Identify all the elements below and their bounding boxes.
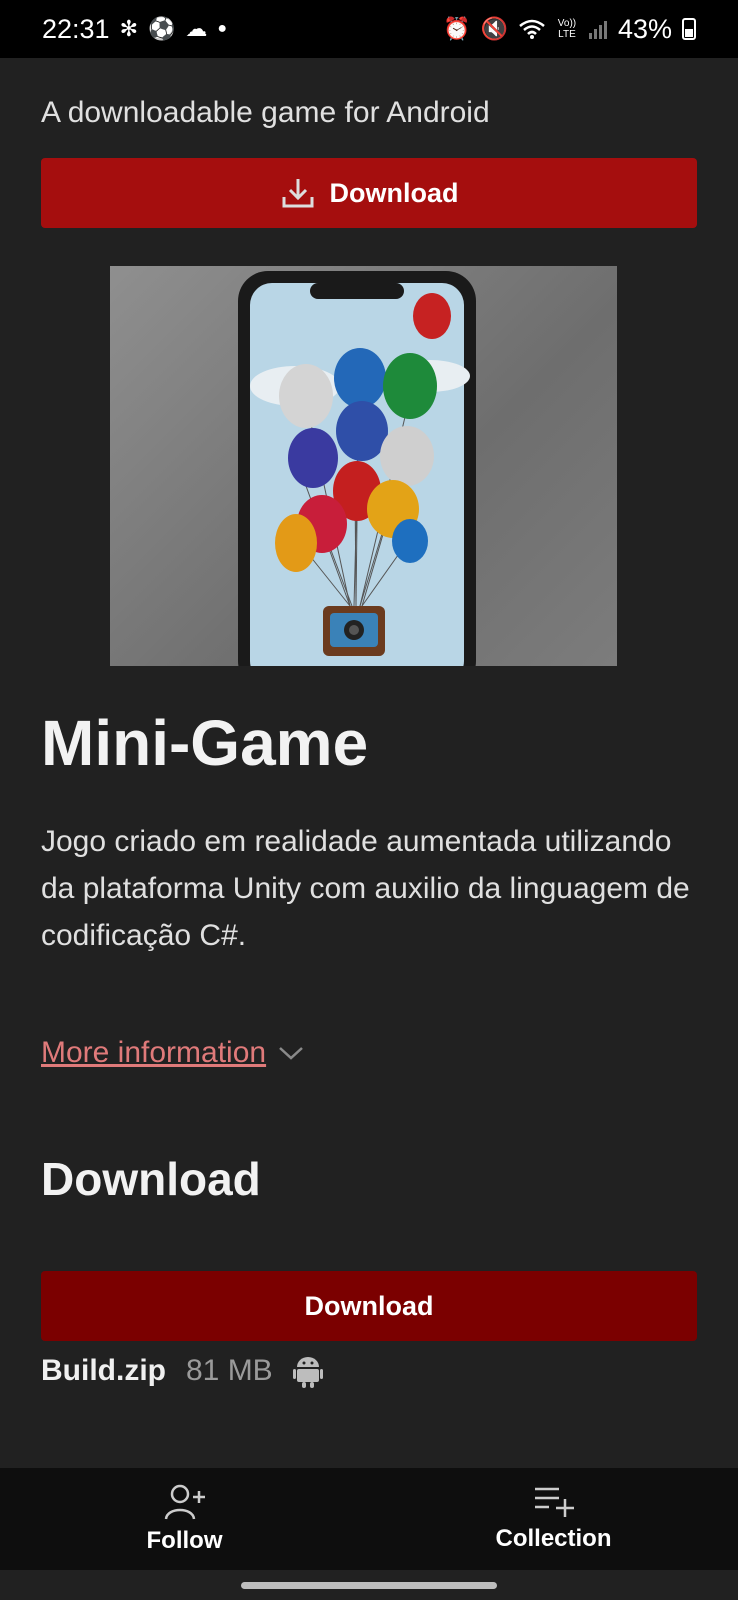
battery-percent: 43% <box>617 13 672 44</box>
android-icon <box>292 1357 323 1388</box>
file-row: Build.zip 81 MB <box>41 1354 323 1388</box>
page-title: Mini-Game <box>41 707 369 779</box>
phone-balloons-illustration <box>238 271 476 666</box>
file-size: 81 MB <box>185 1354 273 1387</box>
volte-icon: Vo)) LTE <box>557 18 577 40</box>
status-left: 22:31 ✻ ⚽ ☁ ● <box>42 14 227 45</box>
game-description: Jogo criado em realidade aumentada utili… <box>41 825 690 952</box>
signal-icon <box>588 21 607 39</box>
download-button-top[interactable]: Download <box>41 158 697 228</box>
bottom-nav: Follow Collection <box>0 1468 738 1570</box>
user-plus-icon <box>164 1484 205 1520</box>
alarm-icon: ⏰ <box>443 16 471 41</box>
battery-icon <box>682 18 696 40</box>
clock: 22:31 <box>42 13 110 44</box>
mute-icon: 🔇 <box>480 16 508 41</box>
cover-image[interactable] <box>110 266 617 666</box>
wifi-icon <box>519 19 545 39</box>
more-information-link[interactable]: More information <box>41 1036 266 1070</box>
status-right: ⏰ 🔇 Vo)) LTE 43% <box>443 14 696 45</box>
file-name: Build.zip <box>41 1354 166 1387</box>
more-information-toggle[interactable]: More information <box>41 1036 304 1070</box>
dot-icon: ● <box>217 20 228 37</box>
follow-button[interactable]: Follow <box>0 1468 369 1570</box>
download-button-bottom-label: Download <box>304 1290 434 1321</box>
cloud-icon: ☁ <box>185 16 208 41</box>
playlist-add-icon <box>534 1487 574 1517</box>
soccer-ball-icon: ⚽ <box>148 16 176 41</box>
collection-label: Collection <box>495 1525 612 1552</box>
download-button-top-label: Download <box>329 177 459 208</box>
status-bar: 22:31 ✻ ⚽ ☁ ● ⏰ 🔇 Vo)) LTE 43% <box>0 0 738 58</box>
page-subtitle: A downloadable game for Android <box>41 96 490 129</box>
download-icon <box>282 179 313 208</box>
follow-label: Follow <box>146 1527 223 1554</box>
chevron-down-icon <box>279 1047 303 1060</box>
download-section-title: Download <box>41 1153 261 1205</box>
home-indicator[interactable] <box>241 1582 497 1589</box>
collection-button[interactable]: Collection <box>369 1468 738 1570</box>
download-button-bottom[interactable]: Download <box>41 1271 697 1341</box>
fan-icon: ✻ <box>119 16 139 41</box>
